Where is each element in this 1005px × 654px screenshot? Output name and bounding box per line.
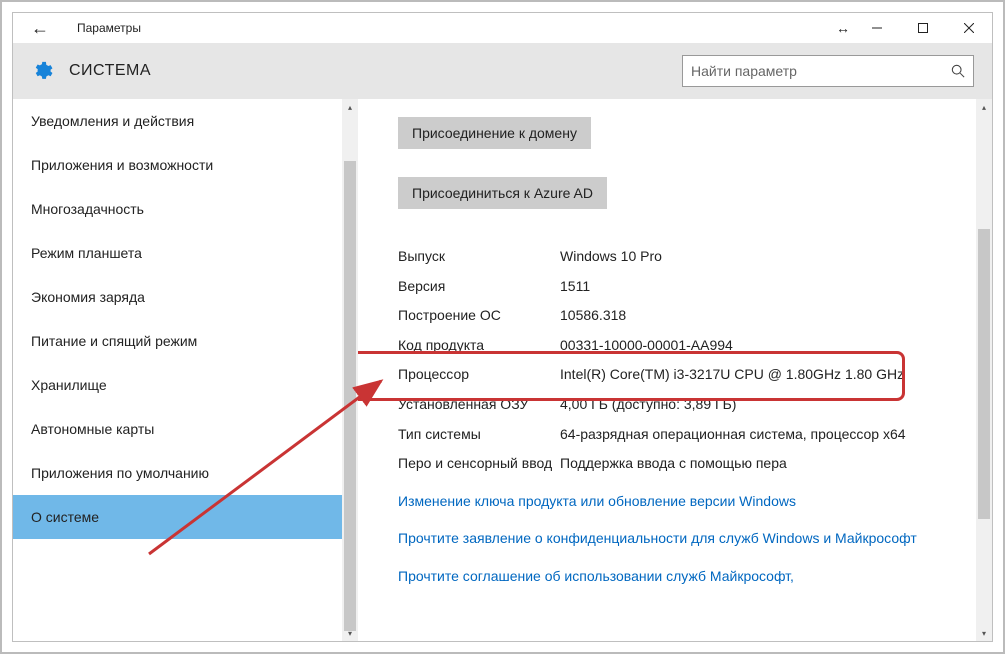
info-value: 4,00 ГБ (доступно: 3,89 ГБ): [560, 395, 972, 415]
info-label: Перо и сенсорный ввод: [398, 454, 560, 474]
sidebar-item-about[interactable]: О системе: [13, 495, 358, 539]
move-cursor-icon: ↔: [836, 20, 850, 36]
info-row-processor: Процессор Intel(R) Core(TM) i3-3217U CPU…: [398, 365, 972, 385]
sidebar-item-tablet-mode[interactable]: Режим планшета: [13, 231, 358, 275]
info-label: Выпуск: [398, 247, 560, 267]
sidebar-item-power-sleep[interactable]: Питание и спящий режим: [13, 319, 358, 363]
link-services-agreement[interactable]: Прочтите соглашение об использовании слу…: [398, 567, 972, 587]
join-azure-button[interactable]: Присоединиться к Azure AD: [398, 177, 607, 209]
sidebar-item-notifications[interactable]: Уведомления и действия: [13, 99, 358, 143]
info-value: 00331-10000-00001-AA994: [560, 336, 972, 356]
info-value: Поддержка ввода с помощью пера: [560, 454, 972, 474]
info-row-version: Версия 1511: [398, 277, 972, 297]
sidebar-scroll-down[interactable]: ▾: [342, 625, 358, 641]
content-scroll-thumb[interactable]: [978, 229, 990, 519]
info-label: Версия: [398, 277, 560, 297]
info-row-ram: Установленная ОЗУ 4,00 ГБ (доступно: 3,8…: [398, 395, 972, 415]
sidebar-item-storage[interactable]: Хранилище: [13, 363, 358, 407]
gear-icon: [31, 60, 53, 82]
sidebar-scroll-up[interactable]: ▴: [342, 99, 358, 115]
content-scroll-down[interactable]: ▾: [976, 625, 992, 641]
join-domain-button[interactable]: Присоединение к домену: [398, 117, 591, 149]
sidebar-item-multitasking[interactable]: Многозадачность: [13, 187, 358, 231]
sidebar-scrollbar[interactable]: ▴ ▾: [342, 99, 358, 641]
minimize-button[interactable]: [854, 13, 900, 43]
window-controls: [854, 13, 992, 43]
search-icon: [951, 64, 965, 78]
info-label: Построение ОС: [398, 306, 560, 326]
sidebar-item-default-apps[interactable]: Приложения по умолчанию: [13, 451, 358, 495]
info-value: 1511: [560, 277, 972, 297]
sidebar-item-offline-maps[interactable]: Автономные карты: [13, 407, 358, 451]
info-label: Установленная ОЗУ: [398, 395, 560, 415]
link-privacy-statement[interactable]: Прочтите заявление о конфиденциальности …: [398, 529, 972, 549]
search-box[interactable]: [682, 55, 974, 87]
info-value: Windows 10 Pro: [560, 247, 972, 267]
link-change-product-key[interactable]: Изменение ключа продукта или обновление …: [398, 492, 972, 512]
info-value: 10586.318: [560, 306, 972, 326]
info-value: 64-разрядная операционная система, проце…: [560, 425, 972, 445]
content-scrollbar[interactable]: ▴ ▾: [976, 99, 992, 641]
content-pane: Присоединение к домену Присоединиться к …: [358, 99, 992, 641]
content-scroll-up[interactable]: ▴: [976, 99, 992, 115]
info-label: Тип системы: [398, 425, 560, 445]
info-row-system-type: Тип системы 64-разрядная операционная си…: [398, 425, 972, 445]
back-button[interactable]: ←: [31, 19, 49, 37]
window-title: Параметры: [77, 21, 141, 35]
sidebar-item-apps-features[interactable]: Приложения и возможности: [13, 143, 358, 187]
search-input[interactable]: [691, 63, 951, 79]
sidebar-scroll-thumb[interactable]: [344, 161, 356, 631]
info-row-edition: Выпуск Windows 10 Pro: [398, 247, 972, 267]
close-button[interactable]: [946, 13, 992, 43]
info-row-os-build: Построение ОС 10586.318: [398, 306, 972, 326]
info-label: Процессор: [398, 365, 560, 385]
sidebar: Уведомления и действия Приложения и возм…: [13, 99, 358, 641]
maximize-button[interactable]: [900, 13, 946, 43]
info-row-pen-touch: Перо и сенсорный ввод Поддержка ввода с …: [398, 454, 972, 474]
info-row-product-id: Код продукта 00331-10000-00001-AA994: [398, 336, 972, 356]
settings-window: ← Параметры ↔ СИСТЕМА: [12, 12, 993, 642]
info-label: Код продукта: [398, 336, 560, 356]
header-bar: СИСТЕМА: [13, 43, 992, 99]
page-title: СИСТЕМА: [69, 62, 666, 80]
titlebar: ← Параметры ↔: [13, 13, 992, 43]
sidebar-item-battery-saver[interactable]: Экономия заряда: [13, 275, 358, 319]
info-value: Intel(R) Core(TM) i3-3217U CPU @ 1.80GHz…: [560, 365, 972, 385]
